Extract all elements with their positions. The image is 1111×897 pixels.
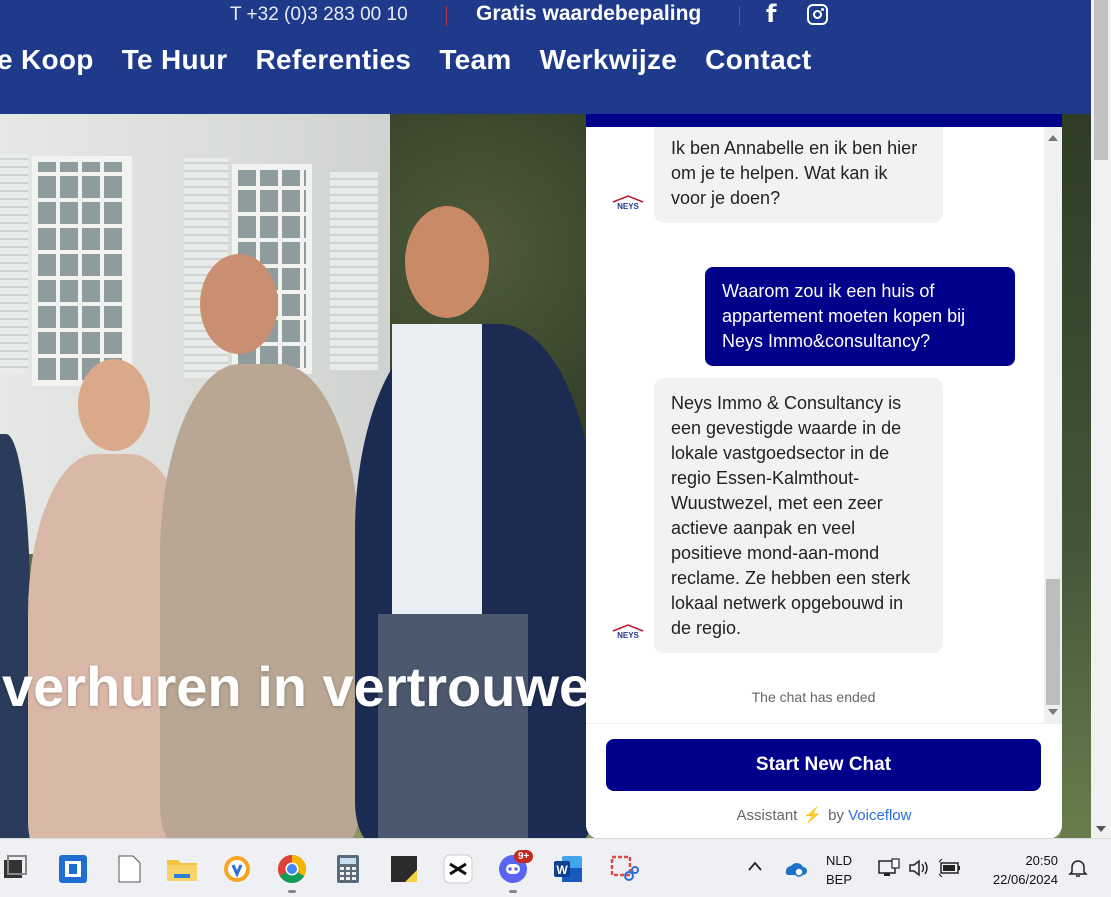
nav-referenties[interactable]: Referenties bbox=[256, 44, 412, 76]
bot-avatar-icon: NEYS bbox=[612, 624, 644, 640]
onedrive-sync-icon[interactable] bbox=[783, 857, 807, 880]
windows-taskbar: 9+ W NLD BEP 20:50 22/06/2024 bbox=[0, 838, 1111, 897]
svg-text:NEYS: NEYS bbox=[617, 631, 639, 640]
file-explorer-icon[interactable] bbox=[166, 854, 197, 884]
vpn-browser-icon[interactable] bbox=[222, 854, 252, 884]
chat-widget: Ik ben Annabelle en ik ben hier om je te… bbox=[586, 114, 1062, 839]
powered-prefix: Assistant bbox=[736, 807, 798, 824]
page-scroll-thumb[interactable] bbox=[1094, 0, 1108, 160]
nav-te-huur[interactable]: Te Huur bbox=[122, 44, 228, 76]
site-header: T +32 (0)3 283 00 10 Gratis waardebepali… bbox=[0, 0, 1091, 114]
scroll-down-icon[interactable] bbox=[1048, 709, 1058, 715]
screen-capture-icon[interactable] bbox=[58, 854, 88, 884]
word-icon[interactable]: W bbox=[553, 854, 583, 884]
main-nav: e Koop Te Huur Referenties Team Werkwijz… bbox=[0, 44, 812, 76]
battery-icon[interactable] bbox=[938, 858, 962, 881]
user-message: Waarom zou ik een huis of appartement mo… bbox=[705, 267, 1015, 366]
chat-scrollbar[interactable] bbox=[1044, 127, 1062, 723]
start-new-chat-button[interactable]: Start New Chat bbox=[606, 739, 1041, 791]
language-indicator[interactable]: NLD BEP bbox=[826, 851, 852, 889]
notepad-icon[interactable] bbox=[114, 854, 144, 884]
chat-header-strip bbox=[586, 114, 1062, 127]
volume-icon[interactable] bbox=[908, 858, 930, 881]
running-indicator bbox=[509, 890, 517, 893]
hero-photo-person bbox=[160, 364, 360, 838]
powered-by: Assistant ⚡ by Voiceflow bbox=[586, 806, 1062, 824]
clock-time: 20:50 bbox=[1025, 853, 1058, 868]
chat-footer: Start New Chat Assistant ⚡ by Voiceflow bbox=[586, 723, 1062, 839]
bolt-icon: ⚡ bbox=[803, 807, 823, 824]
hero-headline: verhuren in vertrouwe bbox=[2, 655, 591, 718]
topbar-divider bbox=[446, 6, 447, 26]
svg-text:NEYS: NEYS bbox=[617, 202, 639, 211]
language-code: NLD bbox=[826, 853, 853, 868]
capcut-icon[interactable] bbox=[443, 854, 473, 884]
sticky-notes-icon[interactable] bbox=[389, 854, 419, 884]
topbar-divider bbox=[739, 6, 740, 26]
header-topbar: T +32 (0)3 283 00 10 Gratis waardebepali… bbox=[0, 0, 1091, 30]
task-view-icon[interactable] bbox=[2, 854, 32, 884]
clock[interactable]: 20:50 22/06/2024 bbox=[978, 851, 1058, 889]
calculator-icon[interactable] bbox=[333, 854, 363, 884]
powered-by-text: by bbox=[828, 807, 844, 824]
notifications-icon[interactable] bbox=[1068, 858, 1088, 881]
clock-date: 22/06/2024 bbox=[992, 872, 1058, 887]
voiceflow-link[interactable]: Voiceflow bbox=[848, 807, 911, 824]
phone-number[interactable]: T +32 (0)3 283 00 10 bbox=[230, 4, 408, 26]
bot-avatar-icon: NEYS bbox=[612, 195, 644, 211]
bot-message: Ik ben Annabelle en ik ben hier om je te… bbox=[654, 127, 943, 223]
scroll-down-icon[interactable] bbox=[1096, 826, 1106, 832]
nav-werkwijze[interactable]: Werkwijze bbox=[540, 44, 678, 76]
chat-ended-notice: The chat has ended bbox=[751, 689, 876, 705]
snipping-tool-icon[interactable] bbox=[609, 854, 639, 884]
nav-team[interactable]: Team bbox=[439, 44, 511, 76]
chat-messages[interactable]: Ik ben Annabelle en ik ben hier om je te… bbox=[586, 127, 1062, 723]
keyboard-layout: BEP bbox=[826, 872, 853, 887]
facebook-icon[interactable]: f bbox=[766, 0, 776, 28]
chrome-icon[interactable] bbox=[277, 854, 307, 884]
bot-message: Neys Immo & Consultancy is een gevestigd… bbox=[654, 378, 943, 653]
nav-te-koop[interactable]: e Koop bbox=[0, 44, 94, 76]
running-indicator bbox=[288, 890, 296, 893]
notification-badge: 9+ bbox=[514, 850, 534, 863]
nav-contact[interactable]: Contact bbox=[705, 44, 811, 76]
chat-scroll-thumb[interactable] bbox=[1046, 579, 1060, 705]
instagram-icon[interactable] bbox=[807, 4, 828, 25]
svg-text:W: W bbox=[556, 863, 568, 877]
page-scrollbar[interactable] bbox=[1091, 0, 1111, 838]
network-icon[interactable] bbox=[878, 858, 900, 881]
chevron-up-icon[interactable] bbox=[747, 859, 763, 876]
free-valuation-link[interactable]: Gratis waardebepaling bbox=[476, 2, 701, 26]
scroll-up-icon[interactable] bbox=[1048, 135, 1058, 141]
